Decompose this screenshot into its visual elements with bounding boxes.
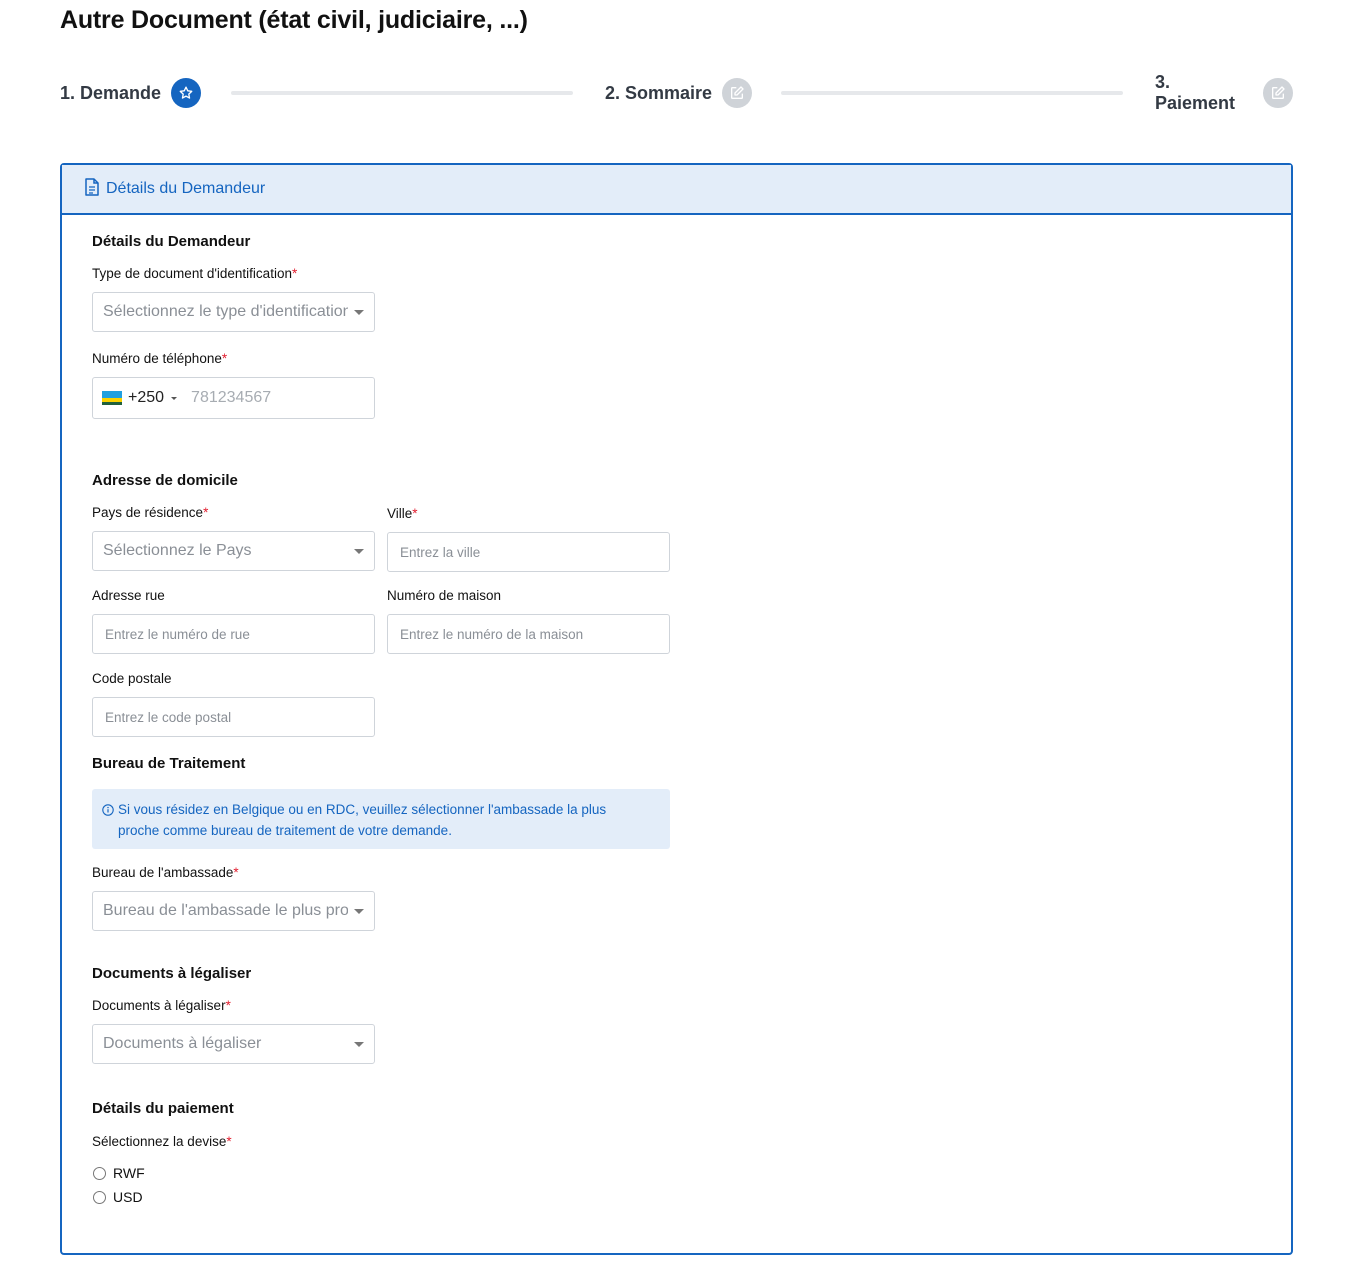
step-label: 3. Paiement <box>1155 72 1236 113</box>
documents-label: Documents à légaliser* <box>92 998 231 1013</box>
label-text: Type de document d'identification <box>92 266 292 281</box>
info-icon <box>102 803 114 821</box>
required-mark: * <box>203 505 209 520</box>
step-demande[interactable]: 1. Demande <box>60 76 202 110</box>
embassy-select[interactable]: Bureau de l'ambassade le plus proche <box>92 891 375 931</box>
chevron-down-icon <box>354 1041 364 1047</box>
radio-label: USD <box>113 1189 143 1205</box>
section-title-applicant: Détails du Demandeur <box>92 233 251 250</box>
info-box: Si vous résidez en Belgique ou en RDC, v… <box>92 789 670 849</box>
section-title-documents: Documents à légaliser <box>92 965 252 982</box>
label-text: Bureau de l'ambassade <box>92 865 234 880</box>
step-sommaire[interactable]: 2. Sommaire <box>605 76 753 110</box>
section-title-address: Adresse de domicile <box>92 472 238 489</box>
label-text: Ville <box>387 506 413 521</box>
street-label: Adresse rue <box>92 588 165 603</box>
info-line: proche comme bureau de traitement de vot… <box>118 823 452 838</box>
stepper: 1. Demande 2. Sommaire 3. Paiement <box>60 72 1293 113</box>
phone-input[interactable] <box>189 388 360 408</box>
phone-field: +250 <box>92 377 375 419</box>
currency-option-rwf[interactable]: RWF <box>92 1165 145 1181</box>
page-title: Autre Document (état civil, judiciaire, … <box>60 6 528 34</box>
edit-icon <box>722 78 753 108</box>
city-label: Ville* <box>387 506 418 521</box>
label-text: Documents à légaliser <box>92 998 226 1013</box>
applicant-form-card: Détails du Demandeur Détails du Demandeu… <box>60 163 1293 1255</box>
phone-label: Numéro de téléphone* <box>92 351 227 366</box>
star-icon <box>171 78 202 108</box>
step-connector <box>231 91 573 95</box>
label-text: Sélectionnez la devise <box>92 1134 227 1149</box>
rwanda-flag-icon[interactable] <box>102 391 122 405</box>
house-label: Numéro de maison <box>387 588 502 603</box>
required-mark: * <box>412 506 418 521</box>
country-label: Pays de résidence* <box>92 505 208 520</box>
select-placeholder: Documents à légaliser <box>103 1035 262 1052</box>
embassy-label: Bureau de l'ambassade* <box>92 865 239 880</box>
postal-code-input[interactable] <box>92 697 375 737</box>
street-input[interactable] <box>92 614 375 654</box>
select-placeholder: Sélectionnez le Pays <box>103 542 252 559</box>
required-mark: * <box>225 998 231 1013</box>
required-mark: * <box>291 266 298 281</box>
currency-label: Sélectionnez la devise* <box>92 1134 232 1149</box>
currency-option-usd[interactable]: USD <box>92 1189 143 1205</box>
label-text: Numéro de téléphone <box>92 351 222 366</box>
documents-select[interactable]: Documents à légaliser <box>92 1024 375 1064</box>
dial-code[interactable]: +250 <box>128 389 164 407</box>
country-select[interactable]: Sélectionnez le Pays <box>92 531 375 571</box>
required-mark: * <box>221 351 228 366</box>
house-number-input[interactable] <box>387 614 670 654</box>
info-line: Si vous résidez en Belgique ou en RDC, v… <box>118 802 607 817</box>
section-title-payment: Détails du paiement <box>92 1100 234 1117</box>
required-mark: * <box>226 1134 232 1149</box>
id-type-select[interactable]: Sélectionnez le type d'identification <box>92 292 375 332</box>
document-icon <box>84 177 100 201</box>
chevron-down-icon <box>354 548 364 554</box>
radio-button[interactable] <box>93 1190 106 1204</box>
edit-icon <box>1263 78 1293 108</box>
chevron-down-icon <box>354 908 364 914</box>
card-header: Détails du Demandeur <box>62 165 1291 215</box>
chevron-down-icon[interactable] <box>171 396 178 400</box>
card-title: Détails du Demandeur <box>106 180 266 197</box>
id-type-label: Type de document d'identification* <box>92 266 297 281</box>
required-mark: * <box>233 865 239 880</box>
select-placeholder: Sélectionnez le type d'identification <box>103 303 348 320</box>
postal-label: Code postale <box>92 671 172 686</box>
step-connector <box>781 91 1123 95</box>
select-placeholder: Bureau de l'ambassade le plus proche <box>103 902 348 919</box>
step-paiement[interactable]: 3. Paiement <box>1155 72 1293 113</box>
step-label: 2. Sommaire <box>605 82 713 103</box>
chevron-down-icon <box>354 309 364 315</box>
step-label: 1. Demande <box>60 82 162 103</box>
radio-button[interactable] <box>93 1166 106 1180</box>
info-message: Si vous résidez en Belgique ou en RDC, v… <box>118 799 606 841</box>
city-input[interactable] <box>387 532 670 572</box>
section-title-office: Bureau de Traitement <box>92 755 246 772</box>
label-text: Pays de résidence <box>92 505 204 520</box>
radio-label: RWF <box>113 1165 145 1181</box>
